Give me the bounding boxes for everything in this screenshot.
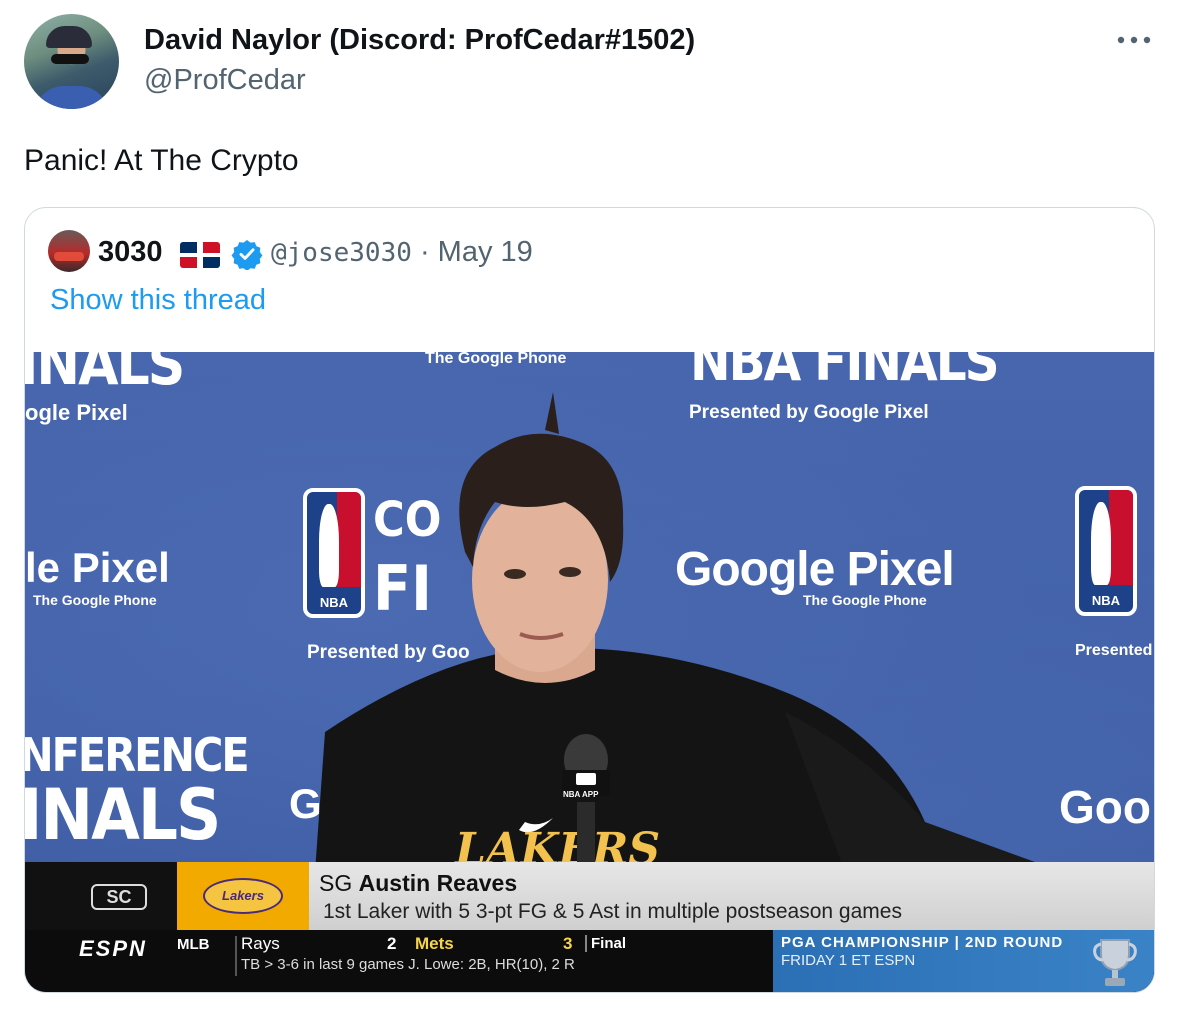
quoted-media-image[interactable]: INALS ogle Pixel The Google Phone NBA FI… [25, 352, 1154, 992]
avatar-cap [46, 26, 92, 48]
author-name[interactable]: David Naylor (Discord: ProfCedar#1502) [144, 24, 695, 57]
player-name-line: SG Austin Reaves [319, 870, 517, 897]
quoted-date[interactable]: May 19 [438, 236, 533, 268]
ticker-away-team: Rays [241, 934, 280, 953]
promo-schedule: FRIDAY 1 ET ESPN [781, 952, 916, 969]
dominican-republic-flag-icon [180, 242, 220, 268]
score-ticker: ESPN MLB Rays 2 Mets 3 Final TB > 3-6 in… [25, 930, 1154, 992]
team-panel: Lakers [177, 862, 309, 930]
ticker-away-score: 2 [387, 934, 397, 953]
lakers-logo-icon: Lakers [203, 878, 283, 914]
quoted-handle-text[interactable]: @jose3030 [271, 238, 412, 268]
trophy-icon [1093, 939, 1137, 986]
author-handle[interactable]: @ProfCedar [144, 64, 306, 97]
ticker-home-score: 3 [563, 934, 573, 953]
player-stat: 1st Laker with 5 3-pt FG & 5 Ast in mult… [323, 900, 902, 923]
tweet-text: Panic! At The Crypto [24, 144, 299, 177]
more-horizontal-icon[interactable] [1116, 26, 1156, 56]
show-thread-link[interactable]: Show this thread [50, 284, 266, 317]
broadcast-lower-third: SC Lakers SG Austin Reaves 1st Laker wit… [25, 862, 1154, 992]
quoted-author-name[interactable]: 3030 [98, 236, 163, 269]
mic-label: NBA APP [563, 790, 599, 799]
ticker-home-team: Mets [415, 934, 454, 953]
promo-title: PGA CHAMPIONSHIP | 2ND ROUND [781, 934, 1064, 951]
author-avatar[interactable] [24, 14, 119, 109]
ticker-game-status: Final [585, 935, 626, 952]
ticker-divider [235, 936, 237, 976]
espn-logo-icon: ESPN [79, 936, 147, 961]
sportscenter-panel: SC [25, 862, 177, 930]
handle-separator: · [411, 236, 438, 268]
avatar-sunglasses [51, 54, 89, 64]
quoted-tweet-card[interactable]: 3030 @jose3030 · May 19 Show this thread… [24, 207, 1155, 993]
player-name: Austin Reaves [358, 870, 518, 896]
verified-badge-icon [231, 238, 263, 271]
player-info-panel: SG Austin Reaves 1st Laker with 5 3-pt F… [309, 862, 1154, 930]
player-position: SG [319, 870, 353, 896]
ticker-league: MLB [177, 936, 210, 953]
quoted-author-handle[interactable]: @jose3030 · May 19 [271, 236, 533, 269]
ticker-promo-panel: PGA CHAMPIONSHIP | 2ND ROUND FRIDAY 1 ET… [773, 930, 1154, 992]
sportscenter-logo-icon: SC [91, 884, 147, 910]
quoted-author-avatar[interactable] [48, 230, 90, 272]
ticker-detail-line: TB > 3-6 in last 9 games J. Lowe: 2B, HR… [241, 956, 575, 973]
avatar-shirt [34, 86, 109, 109]
